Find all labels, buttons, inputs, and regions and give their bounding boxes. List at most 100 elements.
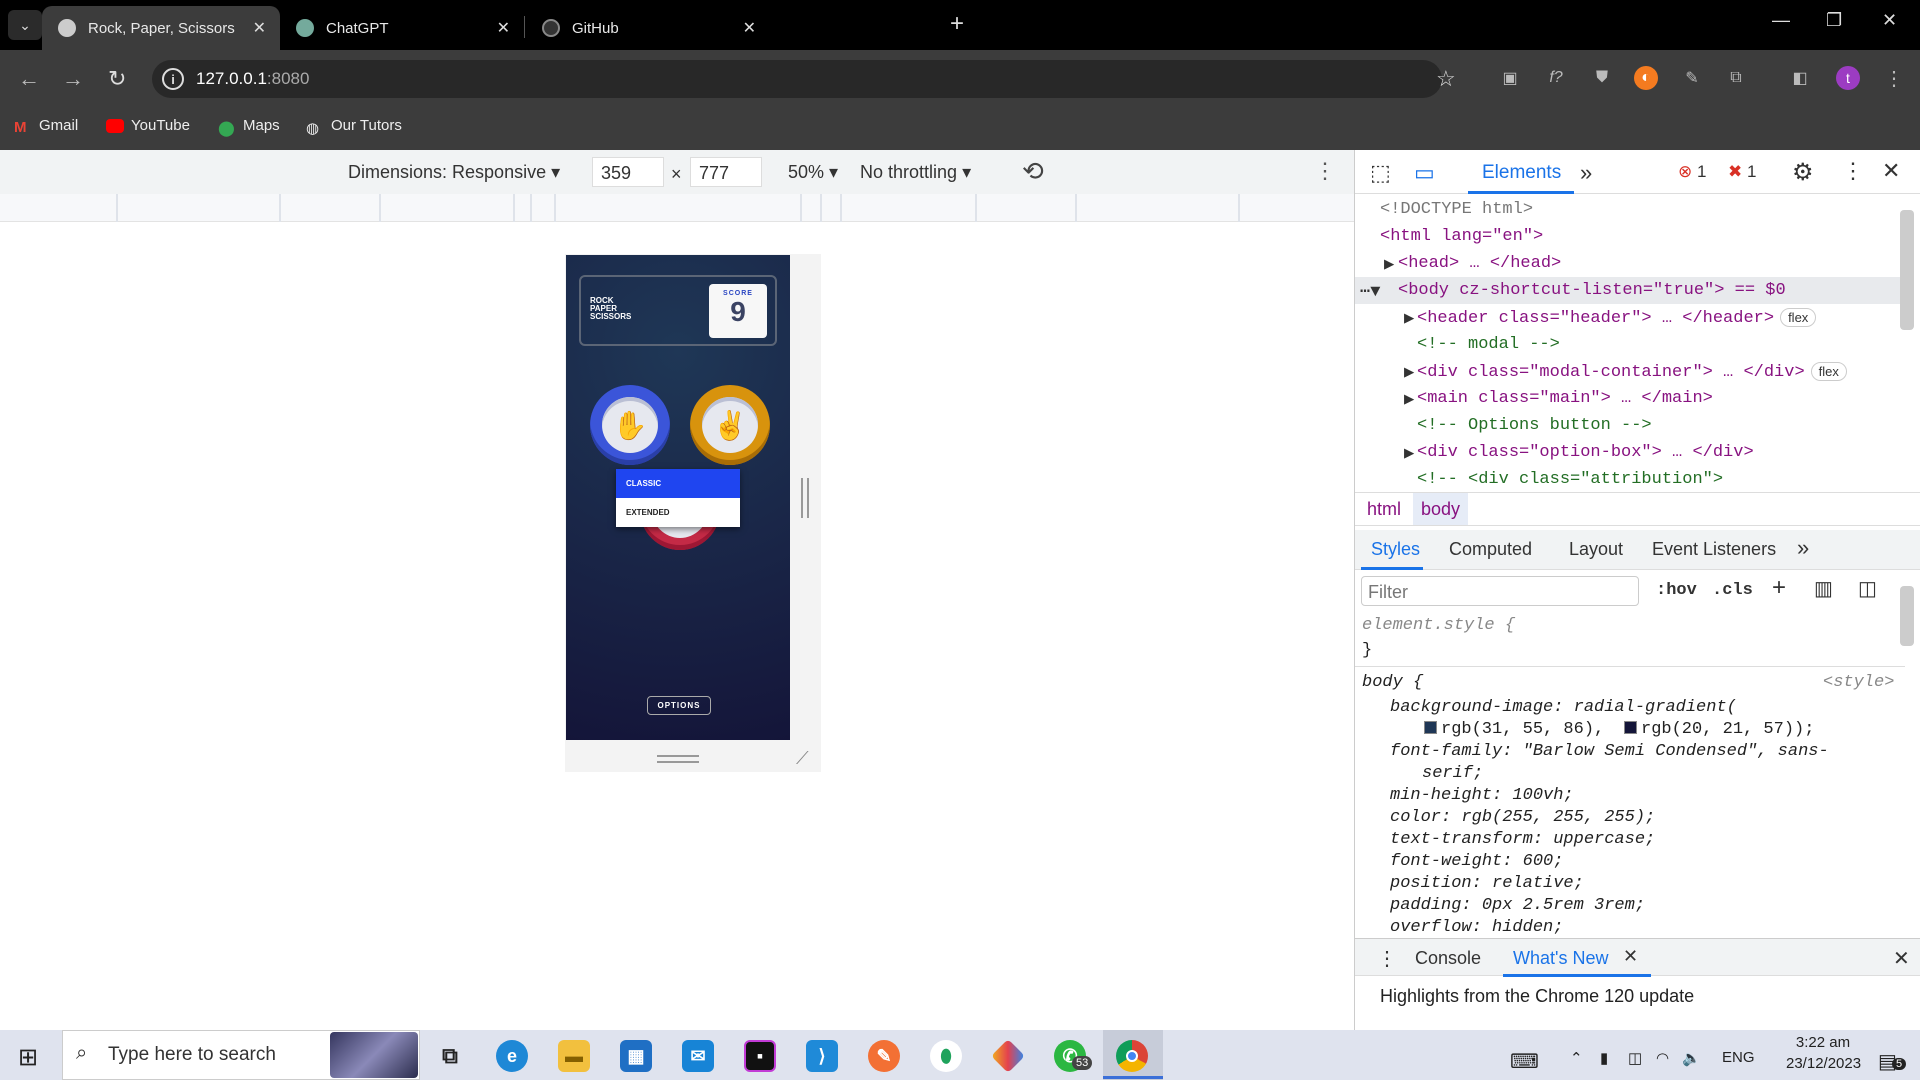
node-actions-icon[interactable]: ⋯▼: [1360, 281, 1380, 302]
dom-line-doctype[interactable]: <!DOCTYPE html>: [1380, 200, 1533, 219]
errors-indicator[interactable]: ⊗ 1: [1678, 162, 1706, 182]
bookmark-star-icon[interactable]: ☆: [1436, 66, 1456, 92]
extension-pen-icon[interactable]: ✎: [1680, 66, 1704, 90]
tab-whats-new[interactable]: What's New: [1513, 948, 1608, 969]
css-color-value-2[interactable]: rgb(20, 21, 57));: [1624, 720, 1814, 739]
volume-icon[interactable]: 🔈: [1682, 1049, 1701, 1067]
back-icon[interactable]: ←: [18, 66, 40, 92]
css-prop-position[interactable]: position: relative;: [1390, 874, 1584, 893]
resize-handle-right[interactable]: [801, 478, 809, 518]
dimensions-select[interactable]: Dimensions: Responsive ▾: [348, 162, 560, 183]
vscode-icon[interactable]: ⟩: [806, 1040, 838, 1072]
media-query-ruler[interactable]: [0, 194, 1354, 222]
scissors-choice-button[interactable]: ✌: [690, 385, 770, 465]
close-tab-icon[interactable]: ✕: [743, 18, 756, 38]
cls-button[interactable]: .cls: [1712, 581, 1753, 600]
toggle-sidebar-icon[interactable]: ◫: [1858, 576, 1877, 601]
more-subtabs-icon[interactable]: »: [1797, 535, 1809, 561]
mongodb-icon[interactable]: ⬮: [930, 1040, 962, 1072]
mode-option-extended[interactable]: EXTENDED: [616, 498, 740, 527]
mail-icon[interactable]: ✉: [682, 1040, 714, 1072]
side-panel-icon[interactable]: ◧: [1788, 66, 1812, 90]
paper-choice-button[interactable]: ✋: [590, 385, 670, 465]
zoom-select[interactable]: 50% ▾: [788, 162, 838, 183]
extensions-puzzle-icon[interactable]: ⧉: [1724, 66, 1748, 90]
css-prop-min-height[interactable]: min-height: 100vh;: [1390, 786, 1574, 805]
css-prop-padding[interactable]: padding: 0px 2.5rem 3rem;: [1390, 896, 1645, 915]
crumb-html[interactable]: html: [1367, 499, 1401, 520]
address-bar[interactable]: [152, 60, 1442, 98]
css-selector-body[interactable]: body {: [1362, 673, 1423, 692]
hov-button[interactable]: :hov: [1656, 581, 1697, 600]
dom-line-comment-modal[interactable]: <!-- modal -->: [1417, 335, 1560, 354]
language-indicator[interactable]: ENG: [1722, 1049, 1755, 1066]
tray-chevron-icon[interactable]: ⌃: [1570, 1049, 1583, 1067]
expand-arrow-icon[interactable]: ▶: [1384, 254, 1394, 275]
dom-line-header[interactable]: <header class="header"> … </header> flex: [1417, 308, 1817, 328]
close-tab-icon[interactable]: ✕: [253, 18, 266, 38]
extension-orange-icon[interactable]: ◐: [1634, 66, 1658, 90]
expand-arrow-icon[interactable]: ▶: [1404, 443, 1414, 464]
expand-arrow-icon[interactable]: ▶: [1404, 362, 1414, 383]
devtools-menu-icon[interactable]: ⋮: [1842, 158, 1864, 184]
site-info-icon[interactable]: i: [162, 68, 184, 90]
chrome-menu-icon[interactable]: ⋮: [1882, 66, 1906, 90]
css-prop-color[interactable]: color: rgb(255, 255, 255);: [1390, 808, 1655, 827]
css-prop-text-transform[interactable]: text-transform: uppercase;: [1390, 830, 1655, 849]
device-more-icon[interactable]: ⋮: [1314, 158, 1336, 184]
issues-indicator[interactable]: ✖ 1: [1728, 162, 1756, 182]
bookmark-gmail[interactable]: M Gmail: [14, 117, 78, 136]
tab-github[interactable]: GitHub ✕: [526, 6, 770, 50]
terminal-icon[interactable]: ▪: [744, 1040, 776, 1072]
rotate-icon[interactable]: ⟲: [1022, 156, 1044, 187]
dom-line-body[interactable]: <body cz-shortcut-listen="true"> == $0: [1398, 281, 1786, 300]
close-tab-icon[interactable]: ✕: [497, 18, 510, 38]
tab-styles[interactable]: Styles: [1371, 539, 1420, 560]
width-input[interactable]: 359: [592, 157, 664, 187]
paint-icon[interactable]: ▥: [1814, 576, 1833, 601]
dom-line-comment-attribution[interactable]: <!-- <div class="attribution">: [1417, 470, 1723, 489]
tab-search-button[interactable]: ⌄: [8, 10, 42, 40]
options-button[interactable]: OPTIONS: [647, 696, 711, 715]
postman-icon[interactable]: ✎: [868, 1040, 900, 1072]
new-rule-icon[interactable]: +: [1772, 574, 1786, 602]
resize-handle-bottom[interactable]: [657, 755, 699, 763]
tab-event-listeners[interactable]: Event Listeners: [1652, 539, 1776, 560]
css-prop-font-weight[interactable]: font-weight: 600;: [1390, 852, 1563, 871]
chrome-icon[interactable]: [1116, 1040, 1148, 1072]
dom-line-head[interactable]: <head> … </head>: [1398, 254, 1561, 273]
new-tab-icon[interactable]: +: [950, 10, 964, 38]
styles-scrollbar[interactable]: [1900, 586, 1914, 646]
drawer-menu-icon[interactable]: ⋮: [1377, 946, 1397, 971]
settings-gear-icon[interactable]: ⚙: [1792, 158, 1814, 187]
styles-filter-input[interactable]: Filter: [1361, 576, 1639, 606]
task-view-icon[interactable]: ⧉: [434, 1040, 466, 1072]
css-prop-font-family[interactable]: font-family: "Barlow Semi Condensed", sa…: [1390, 742, 1829, 761]
meet-icon[interactable]: ◫: [1628, 1049, 1642, 1067]
close-drawer-icon[interactable]: ✕: [1893, 946, 1910, 971]
close-window-icon[interactable]: ✕: [1882, 10, 1897, 31]
expand-arrow-icon[interactable]: ▶: [1404, 308, 1414, 329]
css-prop-overflow[interactable]: overflow: hidden;: [1390, 918, 1563, 937]
bookmark-youtube[interactable]: YouTube: [106, 117, 190, 134]
forward-icon[interactable]: →: [62, 66, 84, 92]
crumb-body[interactable]: body: [1413, 493, 1469, 525]
mode-option-classic[interactable]: CLASSIC: [616, 469, 740, 498]
clock[interactable]: 3:22 am 23/12/2023: [1786, 1034, 1861, 1072]
dom-line-html[interactable]: <html lang="en">: [1380, 227, 1543, 246]
keyboard-icon[interactable]: ⌨: [1510, 1049, 1539, 1074]
throttling-select[interactable]: No throttling ▾: [860, 162, 971, 183]
resize-corner-icon[interactable]: ⟋: [796, 748, 809, 769]
close-whats-new-icon[interactable]: ✕: [1623, 946, 1638, 967]
dom-line-modal-container[interactable]: <div class="modal-container"> … </div> fl…: [1417, 362, 1847, 382]
microsoft-store-icon[interactable]: ▦: [620, 1040, 652, 1072]
extension-shield-icon[interactable]: ⛊: [1590, 66, 1614, 90]
inspect-element-icon[interactable]: ⬚: [1370, 160, 1391, 186]
restore-icon[interactable]: ❐: [1826, 10, 1842, 31]
extension-fx-icon[interactable]: f?: [1544, 66, 1568, 90]
dom-line-option-box[interactable]: <div class="option-box"> … </div>: [1417, 443, 1754, 462]
bookmark-maps[interactable]: ⬤ Maps: [218, 117, 280, 137]
css-source-link[interactable]: <style>: [1823, 673, 1894, 692]
expand-arrow-icon[interactable]: ▶: [1404, 389, 1414, 410]
wifi-icon[interactable]: ◠: [1656, 1049, 1669, 1067]
